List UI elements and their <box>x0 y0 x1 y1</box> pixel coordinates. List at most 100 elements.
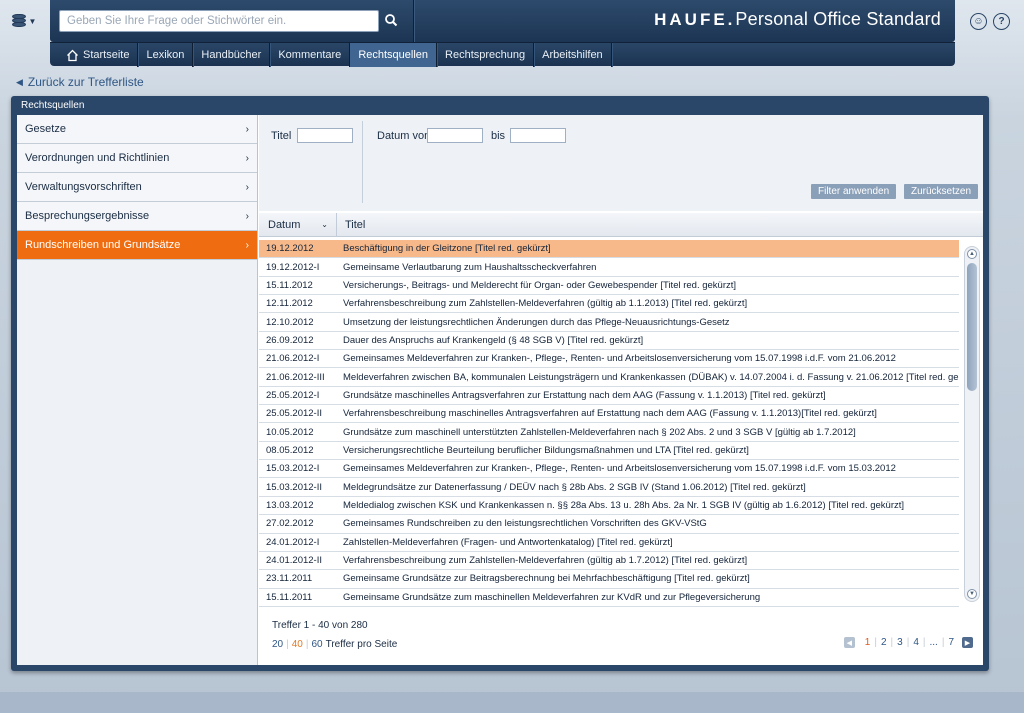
search-icon <box>385 13 398 26</box>
database-icon <box>11 14 26 28</box>
tab-rechtsquellen[interactable]: Rechtsquellen <box>350 43 438 67</box>
sidebar-item-besprechungsergebnisse[interactable]: Besprechungsergebnisse › <box>17 202 257 231</box>
home-icon <box>67 49 78 61</box>
next-page-icon[interactable]: ▶ <box>962 637 973 648</box>
sidebar-item-rundschreiben[interactable]: Rundschreiben und Grundsätze › <box>17 231 257 260</box>
row-date: 08.05.2012 <box>266 444 314 456</box>
tab-label: Kommentare <box>278 49 342 61</box>
reset-filter-button[interactable]: Zurücksetzen <box>904 184 979 199</box>
row-date: 21.06.2012-I <box>266 353 320 365</box>
sidebar-item-gesetze[interactable]: Gesetze › <box>17 115 257 144</box>
apply-filter-button[interactable]: Filter anwenden <box>811 184 897 199</box>
sidebar-item-label: Verordnungen und Richtlinien <box>25 152 170 164</box>
scroll-down-icon[interactable]: ▼ <box>967 589 977 599</box>
table-row[interactable]: 12.11.2012 Verfahrensbeschreibung zum Zah… <box>259 295 959 314</box>
row-date: 12.11.2012 <box>266 298 313 310</box>
table-row[interactable]: 15.11.2012 Versicherungs-, Beitrags- und … <box>259 277 959 296</box>
column-header-title[interactable]: Titel <box>337 219 365 231</box>
back-to-results-link[interactable]: ◀ Zurück zur Trefferliste <box>16 75 144 89</box>
result-count: Treffer 1 - 40 von 280 <box>272 620 368 631</box>
scroll-up-icon[interactable]: ▲ <box>967 249 977 259</box>
page-3[interactable]: 3 <box>897 637 903 648</box>
page-7[interactable]: 7 <box>948 637 954 648</box>
header-divider <box>413 0 414 42</box>
date-from-input[interactable] <box>427 128 483 143</box>
table-row[interactable]: 21.06.2012-III Meldeverfahren zwischen BA… <box>259 368 959 387</box>
column-header-label: Datum <box>268 218 301 231</box>
panel-title: Rechtsquellen <box>21 100 85 111</box>
table-row[interactable]: 25.05.2012-II Verfahrensbeschreibung masc… <box>259 405 959 424</box>
table-row[interactable]: 23.11.2011 Gemeinsame Grundsätze zur Beit… <box>259 570 959 589</box>
row-date: 15.03.2012-II <box>266 481 322 493</box>
tab-lexikon[interactable]: Lexikon <box>138 43 194 67</box>
title-filter-input[interactable] <box>297 128 353 143</box>
column-header-label: Titel <box>345 218 366 231</box>
tab-rechtsprechung[interactable]: Rechtsprechung <box>437 43 535 67</box>
table-row[interactable]: 15.03.2012-I Gemeinsames Meldeverfahren z… <box>259 460 959 479</box>
separator: | <box>286 639 289 650</box>
row-date: 15.11.2011 <box>266 591 313 603</box>
tab-handbuecher[interactable]: Handbücher <box>193 43 271 67</box>
help-icon[interactable]: ? <box>993 13 1010 30</box>
table-row[interactable]: 26.09.2012 Dauer des Anspruchs auf Kranke… <box>259 332 959 351</box>
per-page-60[interactable]: 60 <box>311 639 322 650</box>
table-row[interactable]: 12.10.2012 Umsetzung der leistungsrechtli… <box>259 313 959 332</box>
table-row[interactable]: 19.12.2012 Beschäftigung in der Gleitzone… <box>259 240 959 259</box>
per-page-20[interactable]: 20 <box>272 639 283 650</box>
table-row[interactable]: 13.03.2012 Meldedialog zwischen KSK und K… <box>259 497 959 516</box>
tab-label: Arbeitshilfen <box>542 49 603 61</box>
table-row[interactable]: 08.05.2012 Versicherungsrechtliche Beurte… <box>259 442 959 461</box>
table-row[interactable]: 27.02.2012 Gemeinsames Rundschreiben zu d… <box>259 515 959 534</box>
chevron-left-icon: ◀ <box>16 76 23 87</box>
table-row[interactable]: 24.01.2012-II Verfahrensbeschreibung zum … <box>259 552 959 571</box>
prev-page-icon[interactable]: ◀ <box>843 637 855 648</box>
table-row[interactable]: 10.05.2012 Grundsätze zum maschinell unte… <box>259 423 959 442</box>
table-row[interactable]: 15.03.2012-II Meldegrundsätze zur Datener… <box>259 478 959 497</box>
separator: | <box>305 639 309 650</box>
table-scrollbar[interactable]: ▲ ▼ <box>964 246 980 602</box>
tab-label: Rechtsprechung <box>445 49 526 61</box>
tab-label: Handbücher <box>201 49 262 61</box>
row-title: Meldedialog zwischen KSK und Krankenkass… <box>343 499 905 511</box>
row-date: 15.03.2012-I <box>266 463 320 475</box>
tab-label: Startseite <box>83 49 130 61</box>
separator: | <box>874 637 877 648</box>
pagination: ◀ 1 | 2 | 3 | 4 | ... | 7 ▶ <box>843 637 973 648</box>
tab-kommentare[interactable]: Kommentare <box>270 43 351 67</box>
page-2[interactable]: 2 <box>881 637 887 648</box>
table-row[interactable]: 24.01.2012-I Zahlstellen-Meldeverfahren (… <box>259 534 959 552</box>
per-page-40[interactable]: 40 <box>292 639 303 650</box>
table-row[interactable]: 19.12.2012-I Gemeinsame Verlautbarung zum… <box>259 258 959 277</box>
brand: HAUFE.Personal Office Standard <box>654 9 941 30</box>
table-row[interactable]: 25.05.2012-I Grundsätze maschinelles Antr… <box>259 387 959 406</box>
row-date: 25.05.2012-I <box>266 389 320 401</box>
sidebar-item-label: Rundschreiben und Grundsätze <box>25 239 181 251</box>
row-date: 27.02.2012 <box>266 518 314 530</box>
page-4[interactable]: 4 <box>913 637 919 648</box>
table-row[interactable]: 15.11.2011 Gemeinsame Grundsätze zum masc… <box>259 589 959 607</box>
search-input[interactable] <box>59 10 379 32</box>
row-title: Verfahrensbeschreibung zum Zahlstellen-M… <box>343 298 748 310</box>
separator: | <box>906 637 910 648</box>
table-row[interactable]: 21.06.2012-I Gemeinsames Meldeverfahren z… <box>259 350 959 369</box>
sidebar-item-verwaltungsvorschriften[interactable]: Verwaltungsvorschriften › <box>17 173 257 202</box>
tab-arbeitshilfen[interactable]: Arbeitshilfen <box>534 43 612 67</box>
date-to-input[interactable] <box>510 128 566 143</box>
search-button[interactable] <box>380 10 402 32</box>
tab-startseite[interactable]: Startseite <box>58 43 139 67</box>
app-menu-button[interactable]: ▼ <box>4 6 44 36</box>
tab-label: Rechtsquellen <box>358 49 429 61</box>
page-1[interactable]: 1 <box>865 637 871 648</box>
row-date: 26.09.2012 <box>266 334 314 346</box>
row-date: 15.11.2012 <box>266 279 313 291</box>
row-title: Umsetzung der leistungsrechtlichen Änder… <box>343 316 730 328</box>
sidebar-item-verordnungen[interactable]: Verordnungen und Richtlinien › <box>17 144 257 173</box>
row-title: Versicherungs-, Beitrags- und Melderecht… <box>343 279 737 291</box>
column-header-date[interactable]: Datum ⌄ <box>259 212 337 237</box>
back-link-label: Zurück zur Trefferliste <box>27 75 144 89</box>
sidebar-item-label: Besprechungsergebnisse <box>25 210 150 222</box>
row-date: 13.03.2012 <box>266 499 314 511</box>
scroll-thumb[interactable] <box>967 263 977 391</box>
row-title: Grundsätze zum maschinell unterstützten … <box>343 426 856 438</box>
user-icon[interactable]: ☺ <box>970 13 987 30</box>
